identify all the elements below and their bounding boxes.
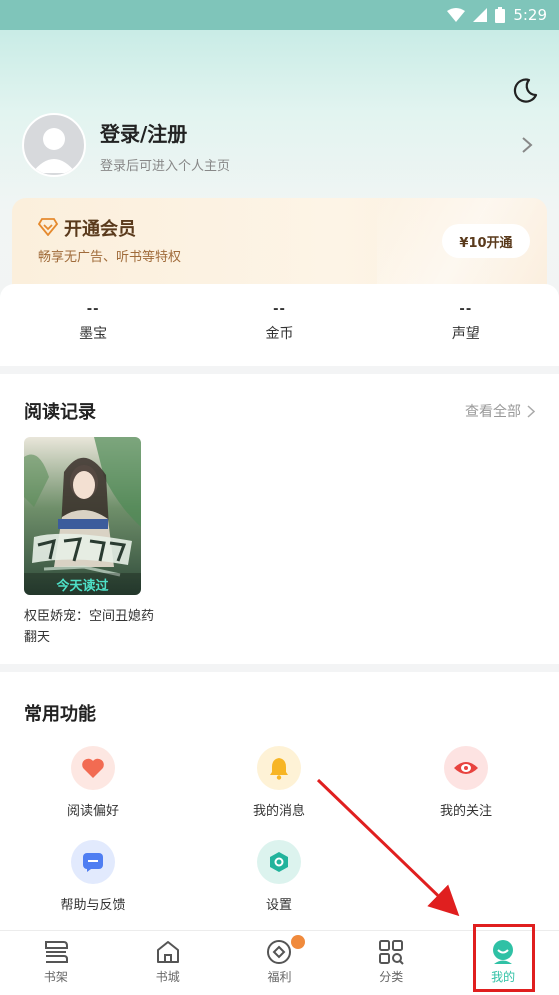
stat-value: -- [86,302,100,317]
bell-icon [270,758,288,780]
chevron-right-icon [527,404,535,418]
status-time: 5:29 [513,6,547,24]
common-features-section: 常用功能 阅读偏好 我的消息 我的关注 帮助与反馈 设置 [0,672,559,930]
stats-panel: -- 墨宝 -- 金币 -- 声望 [0,284,559,366]
reading-preference-label: 阅读偏好 [66,804,119,819]
chat-icon [83,853,103,872]
help-feedback-label: 帮助与反馈 [60,898,126,913]
book-cover-art [24,437,141,595]
stat-label: 金币 [265,326,294,342]
stat-value: -- [459,302,473,317]
status-bar: 5:29 [0,0,559,30]
view-all-label: 查看全部 [465,404,521,420]
stat-mobao[interactable]: -- 墨宝 [0,284,186,366]
chevron-right-icon[interactable] [521,136,533,154]
my-follows-label: 我的关注 [439,804,492,819]
eye-icon [454,762,478,774]
signal-icon [473,8,488,22]
my-messages-icon-bg [257,746,301,790]
category-icon [379,940,404,965]
my-messages-button[interactable]: 我的消息 [219,746,339,819]
my-follows-button[interactable]: 我的关注 [406,746,526,819]
view-all-link[interactable]: 查看全部 [465,401,535,421]
common-features-title: 常用功能 [24,704,96,725]
tab-category[interactable]: 分类 [335,931,447,995]
read-today-badge: 今天读过 [24,573,141,595]
vip-subtitle: 畅享无广告、听书等特权 [38,250,182,265]
settings-button[interactable]: 设置 [219,840,339,913]
home-icon [156,941,179,963]
tab-welfare[interactable]: 福利 [224,931,336,995]
bookshelf-icon [44,941,68,963]
wifi-icon [447,8,466,22]
night-mode-icon[interactable] [511,76,539,104]
welfare-badge [290,935,305,949]
reading-preference-button[interactable]: 阅读偏好 [33,746,153,819]
tab-bookshelf[interactable]: 书架 [0,931,112,995]
reading-history-section: 阅读记录 查看全部 今天读过 权臣娇宠：空间丑媳药翻天 [0,374,559,664]
gift-icon [267,940,292,964]
my-follows-icon-bg [444,746,488,790]
help-feedback-icon-bg [71,840,115,884]
annotation-highlight-box [473,924,535,992]
stat-label: 墨宝 [79,326,108,342]
help-feedback-button[interactable]: 帮助与反馈 [33,840,153,913]
heart-icon [82,758,104,778]
tab-label: 福利 [267,970,292,984]
book-cover[interactable]: 今天读过 [24,437,141,595]
settings-icon-bg [257,840,301,884]
reading-history-title: 阅读记录 [24,402,96,423]
login-register-title[interactable]: 登录/注册 [100,118,187,147]
tab-label: 书架 [43,970,68,984]
stat-value: -- [273,302,286,317]
vip-title: 开通会员 [64,219,136,240]
reading-preference-icon-bg [71,746,115,790]
book-title[interactable]: 权臣娇宠：空间丑媳药翻天 [24,606,154,648]
tab-label: 书城 [155,970,180,984]
settings-label: 设置 [265,898,292,913]
vip-banner[interactable]: 开通会员 畅享无广告、听书等特权 ¥10开通 [12,198,547,298]
stat-coins[interactable]: -- 金币 [186,284,372,366]
diamond-icon [38,218,58,236]
tab-bookstore[interactable]: 书城 [112,931,224,995]
vip-subscribe-button[interactable]: ¥10开通 [442,224,530,258]
my-messages-label: 我的消息 [252,804,305,819]
avatar[interactable] [22,113,86,177]
settings-icon [270,852,288,872]
stat-reputation[interactable]: -- 声望 [373,284,559,366]
tab-label: 分类 [379,970,404,984]
login-subtitle: 登录后可进入个人主页 [100,159,231,174]
stat-label: 声望 [451,326,480,342]
battery-icon [495,7,506,23]
